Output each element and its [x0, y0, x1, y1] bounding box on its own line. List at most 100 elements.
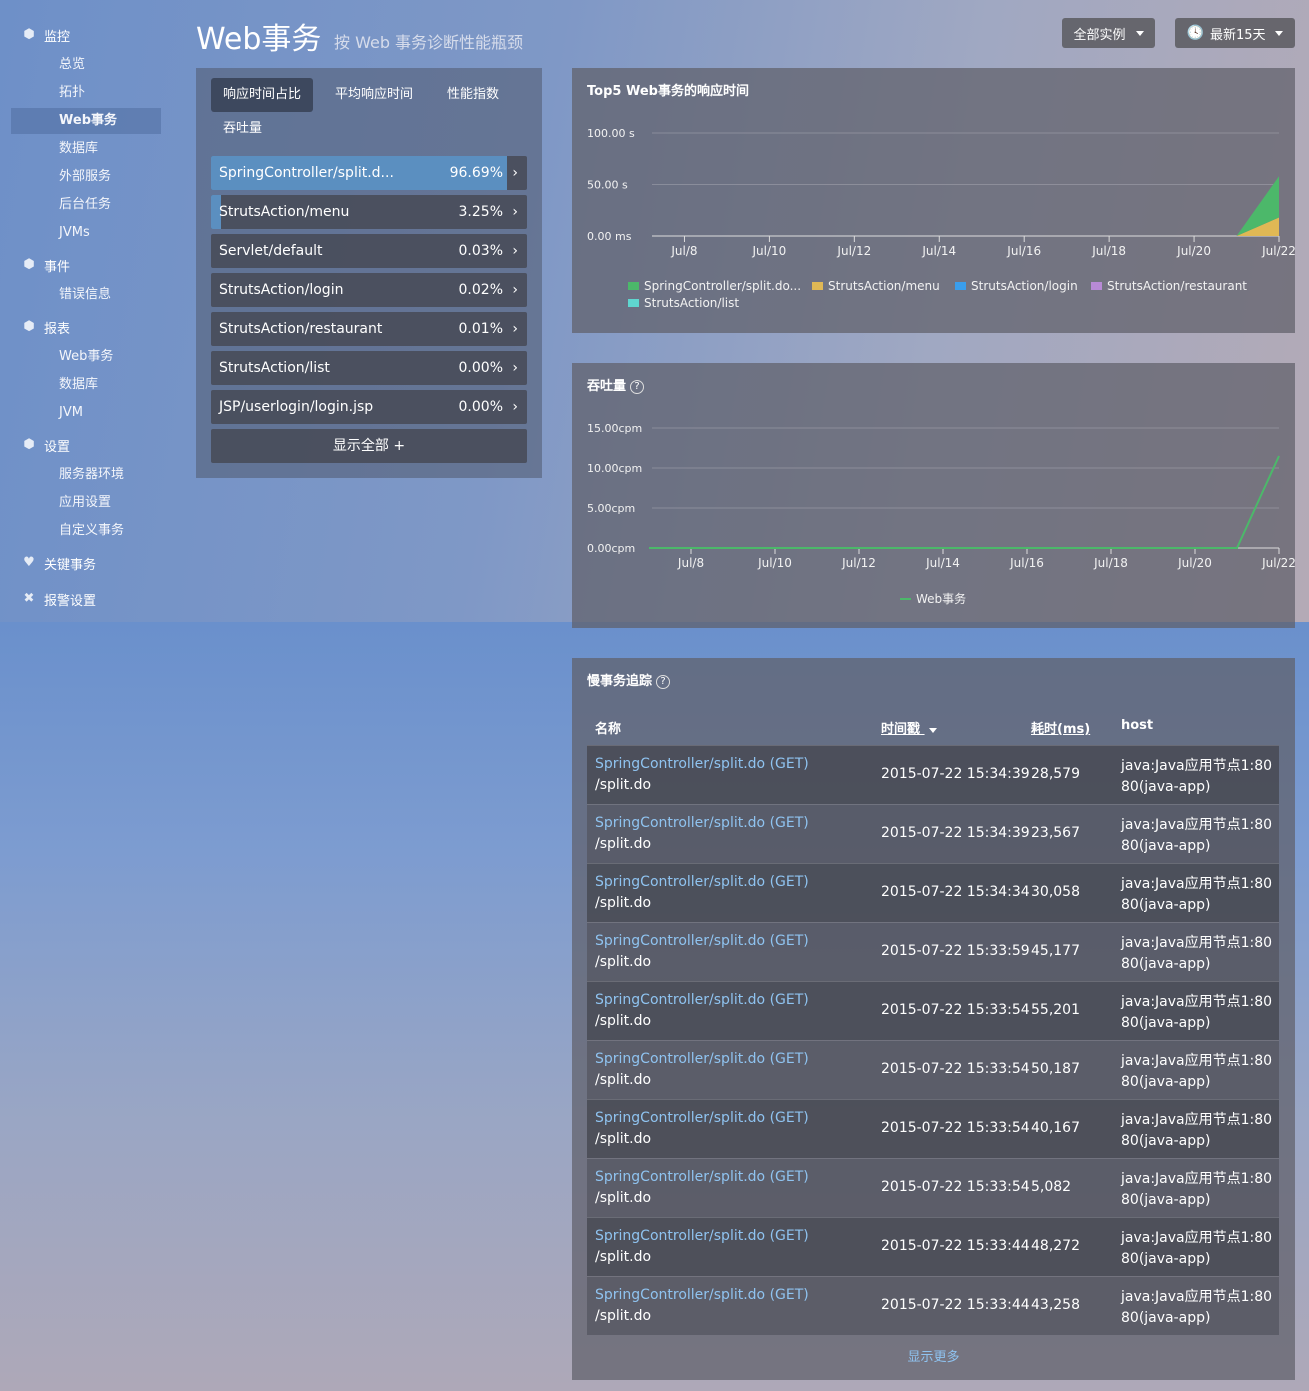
legend-swatch: [955, 282, 966, 290]
sidebar-item-app-settings[interactable]: 应用设置: [59, 493, 111, 513]
host-cell: java:Java应用节点1:8080(java-app): [1121, 1112, 1273, 1149]
duration-cell: 5,082: [1031, 1179, 1072, 1195]
chevron-right-icon: ›: [512, 321, 518, 337]
transaction-link[interactable]: SpringController/split.do (GET): [595, 933, 809, 949]
sidebar-section-alerts[interactable]: ✖ 报警设置: [22, 589, 96, 609]
transaction-link[interactable]: SpringController/split.do (GET): [595, 1228, 809, 1244]
tab-response-time-share[interactable]: 响应时间占比: [211, 78, 314, 112]
column-header-label: 时间戳: [881, 722, 921, 737]
transaction-path: /split.do: [595, 895, 652, 911]
instances-dropdown-label: 全部实例: [1073, 27, 1126, 43]
sidebar-item-server-env[interactable]: 服务器环境: [59, 465, 124, 485]
sidebar-section-settings[interactable]: ⬢ 设置: [22, 435, 70, 455]
sidebar-item-custom-tx[interactable]: 自定义事务: [59, 521, 124, 541]
sidebar-item-external-services[interactable]: 外部服务: [59, 167, 111, 187]
transaction-name: SpringController/split.d...: [219, 165, 394, 181]
transaction-name: Servlet/default: [219, 243, 323, 259]
throughput-panel: 吞吐量? 15.00cpm 10.00cpm 5.00cpm 0.00cpm Jul/8…: [572, 363, 1295, 628]
sidebar-section-reports[interactable]: ⬢ 报表: [22, 317, 70, 337]
transaction-share-row[interactable]: JSP/userlogin/login.jsp 0.00% ›: [211, 390, 527, 424]
transaction-link[interactable]: SpringController/split.do (GET): [595, 815, 809, 831]
throughput-chart: 15.00cpm 10.00cpm 5.00cpm 0.00cpm Jul/8 Jul/1…: [587, 422, 1295, 606]
show-more-link[interactable]: 显示更多: [572, 1346, 1295, 1365]
tab-avg-response-time[interactable]: 平均响应时间: [323, 78, 425, 112]
y-tick-label: 0.00 ms: [587, 230, 632, 243]
clock-icon: 🕓: [1186, 25, 1204, 41]
sidebar-item-report-database[interactable]: 数据库: [59, 375, 98, 395]
x-tick-label: Jul/14: [921, 244, 956, 258]
timestamp-cell: 2015-07-22 15:33:44: [881, 1238, 1030, 1254]
timestamp-cell: 2015-07-22 15:33:44: [881, 1297, 1030, 1313]
x-tick-label: Jul/8: [677, 556, 704, 570]
transaction-link[interactable]: SpringController/split.do (GET): [595, 1051, 809, 1067]
host-cell: java:Java应用节点1:8080(java-app): [1121, 758, 1273, 795]
transaction-share-row[interactable]: StrutsAction/list 0.00% ›: [211, 351, 527, 385]
sidebar-item-topology[interactable]: 拓扑: [59, 83, 85, 103]
sidebar-section-monitor[interactable]: ⬢ 监控: [22, 25, 70, 45]
sidebar-item-database[interactable]: 数据库: [59, 139, 98, 159]
y-tick-label: 5.00cpm: [587, 502, 635, 515]
sidebar-section-label: 报警设置: [44, 593, 97, 609]
transaction-link[interactable]: SpringController/split.do (GET): [595, 756, 809, 772]
show-all-button[interactable]: 显示全部 +: [211, 429, 527, 463]
table-row: SpringController/split.do (GET) /split.do…: [587, 1158, 1279, 1217]
instances-dropdown[interactable]: 全部实例: [1062, 18, 1155, 48]
host-cell: java:Java应用节点1:8080(java-app): [1121, 876, 1273, 913]
time-range-dropdown[interactable]: 🕓 最新15天: [1175, 18, 1295, 48]
timestamp-cell: 2015-07-22 15:34:34: [881, 884, 1030, 900]
tools-icon: ✖: [23, 591, 35, 606]
transaction-percent: 96.69%: [449, 165, 503, 181]
sidebar-item-jvms[interactable]: JVMs: [59, 223, 90, 243]
x-tick-label: Jul/8: [670, 244, 697, 258]
x-tick-label: Jul/20: [1177, 556, 1212, 570]
series-area: [642, 176, 1279, 236]
transaction-link[interactable]: SpringController/split.do (GET): [595, 874, 809, 890]
x-tick-label: Jul/10: [757, 556, 792, 570]
table-row: SpringController/split.do (GET) /split.do…: [587, 804, 1279, 863]
transaction-share-row[interactable]: StrutsAction/login 0.02% ›: [211, 273, 527, 307]
transaction-link[interactable]: SpringController/split.do (GET): [595, 1287, 809, 1303]
column-header-timestamp[interactable]: 时间戳: [881, 718, 937, 737]
transaction-percent: 0.02%: [458, 282, 503, 298]
sidebar-section-label: 关键事务: [44, 557, 97, 573]
chevron-right-icon: ›: [512, 165, 518, 181]
host-cell: java:Java应用节点1:8080(java-app): [1121, 935, 1273, 972]
help-icon[interactable]: ?: [656, 675, 671, 689]
transaction-link[interactable]: SpringController/split.do (GET): [595, 992, 809, 1008]
page-title: Web事务: [196, 22, 322, 57]
host-cell: java:Java应用节点1:8080(java-app): [1121, 1289, 1273, 1326]
sidebar-section-label: 设置: [44, 439, 71, 455]
x-tick-label: Jul/14: [925, 556, 960, 570]
transaction-share-row[interactable]: Servlet/default 0.03% ›: [211, 234, 527, 268]
transaction-share-row[interactable]: SpringController/split.d... 96.69% ›: [211, 156, 527, 190]
transaction-link[interactable]: SpringController/split.do (GET): [595, 1110, 809, 1126]
x-tick-label: Jul/18: [1091, 244, 1126, 258]
table-row: SpringController/split.do (GET) /split.do…: [587, 981, 1279, 1040]
sidebar-item-errors[interactable]: 错误信息: [59, 285, 111, 305]
tab-apdex[interactable]: 性能指数: [435, 78, 511, 112]
timestamp-cell: 2015-07-22 15:34:39: [881, 825, 1030, 841]
sidebar-item-background-tasks[interactable]: 后台任务: [59, 195, 111, 215]
sidebar-item-web-transactions[interactable]: Web事务: [59, 111, 117, 131]
tab-throughput[interactable]: 吞吐量: [211, 112, 274, 146]
transaction-link[interactable]: SpringController/split.do (GET): [595, 1169, 809, 1185]
sidebar-item-report-jvm[interactable]: JVM: [59, 403, 83, 423]
time-range-label: 最新15天: [1209, 27, 1266, 43]
chevron-right-icon: ›: [512, 243, 518, 259]
sidebar-section-events[interactable]: ⬢ 事件: [22, 255, 70, 275]
sidebar-item-report-web[interactable]: Web事务: [59, 347, 113, 367]
sidebar-section-key-transactions[interactable]: ♥ 关键事务: [22, 553, 96, 573]
x-tick-label: Jul/22: [1261, 556, 1295, 570]
transaction-share-row[interactable]: StrutsAction/menu 3.25% ›: [211, 195, 527, 229]
response-time-chart: 100.00 s 50.00 s 0.00 ms Jul/8 Jul/10 Jul/12 J…: [587, 127, 1295, 310]
column-header-duration[interactable]: 耗时(ms): [1031, 718, 1090, 737]
timestamp-cell: 2015-07-22 15:33:54: [881, 1120, 1030, 1136]
transaction-percent: 0.00%: [458, 399, 503, 415]
legend-swatch: [628, 299, 639, 307]
cube-icon: ⬢: [23, 27, 35, 42]
chevron-right-icon: ›: [512, 360, 518, 376]
sidebar-item-overview[interactable]: 总览: [59, 55, 85, 75]
transaction-share-row[interactable]: StrutsAction/restaurant 0.01% ›: [211, 312, 527, 346]
caret-down-icon: [1275, 30, 1284, 36]
heart-icon: ♥: [23, 555, 35, 570]
